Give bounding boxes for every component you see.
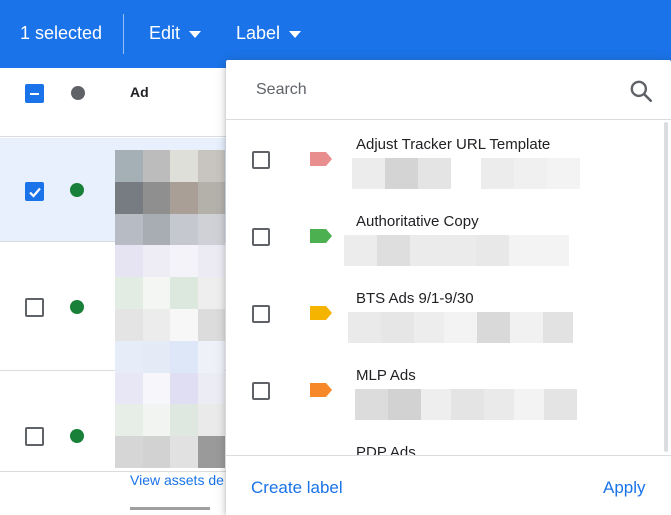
row-checkbox[interactable] [25, 427, 44, 446]
label-option[interactable]: BTS Ads 9/1-9/30 [226, 275, 671, 352]
label-option[interactable]: MLP Ads [226, 352, 671, 429]
label-name: PDP Ads [356, 444, 416, 455]
caret-down-icon [189, 30, 202, 38]
label-tag-icon [310, 306, 332, 320]
redacted-label-details [352, 158, 580, 189]
label-name: Authoritative Copy [356, 213, 479, 230]
redacted-ad-preview [115, 150, 225, 468]
label-dropdown-panel: Adjust Tracker URL Template Authoritativ… [226, 60, 671, 515]
redacted-label-details [344, 235, 569, 266]
label-checkbox[interactable] [252, 382, 270, 400]
label-list-scrollbar[interactable] [664, 122, 668, 452]
label-tag-icon [310, 229, 332, 243]
caret-down-icon [289, 30, 302, 38]
redacted-label-details [355, 389, 577, 420]
status-enabled-icon [70, 183, 84, 197]
view-assets-link[interactable]: View assets de [130, 472, 224, 488]
label-option[interactable]: Authoritative Copy [226, 198, 671, 275]
label-menu-label: Label [236, 23, 281, 43]
redacted-label-details [348, 312, 573, 343]
edit-menu-label: Edit [149, 23, 181, 43]
label-option[interactable]: PDP Ads [226, 429, 671, 455]
next-row-peek [130, 507, 210, 510]
label-search-input[interactable] [256, 78, 616, 102]
selected-count: 1 selected [20, 23, 103, 43]
label-checkbox[interactable] [252, 228, 270, 246]
create-label-button[interactable]: Create label [251, 478, 343, 498]
status-enabled-icon [70, 300, 84, 314]
label-tag-icon [310, 383, 332, 397]
label-search-bar [226, 60, 671, 120]
selection-action-bar: 1 selected Edit Label [0, 0, 671, 68]
row-checkbox[interactable] [25, 298, 44, 317]
label-tag-icon [310, 152, 332, 166]
label-dropdown-footer: Create label Apply [226, 455, 671, 515]
label-menu-button[interactable]: Label [236, 23, 302, 44]
label-option[interactable]: Adjust Tracker URL Template [226, 121, 671, 198]
status-header-icon [71, 86, 85, 100]
label-checkbox[interactable] [252, 305, 270, 323]
status-enabled-icon [70, 429, 84, 443]
toolbar-divider [123, 14, 124, 54]
apply-button[interactable]: Apply [603, 478, 646, 498]
ad-column-header: Ad [130, 84, 149, 100]
label-checkbox[interactable] [252, 151, 270, 169]
label-name: MLP Ads [356, 367, 416, 384]
row-checkbox[interactable] [25, 182, 44, 201]
label-list: Adjust Tracker URL Template Authoritativ… [226, 121, 671, 455]
search-icon[interactable] [628, 78, 654, 104]
label-name: Adjust Tracker URL Template [356, 136, 551, 153]
edit-menu-button[interactable]: Edit [149, 23, 202, 44]
select-all-checkbox[interactable] [25, 84, 44, 103]
label-name: BTS Ads 9/1-9/30 [356, 290, 474, 307]
